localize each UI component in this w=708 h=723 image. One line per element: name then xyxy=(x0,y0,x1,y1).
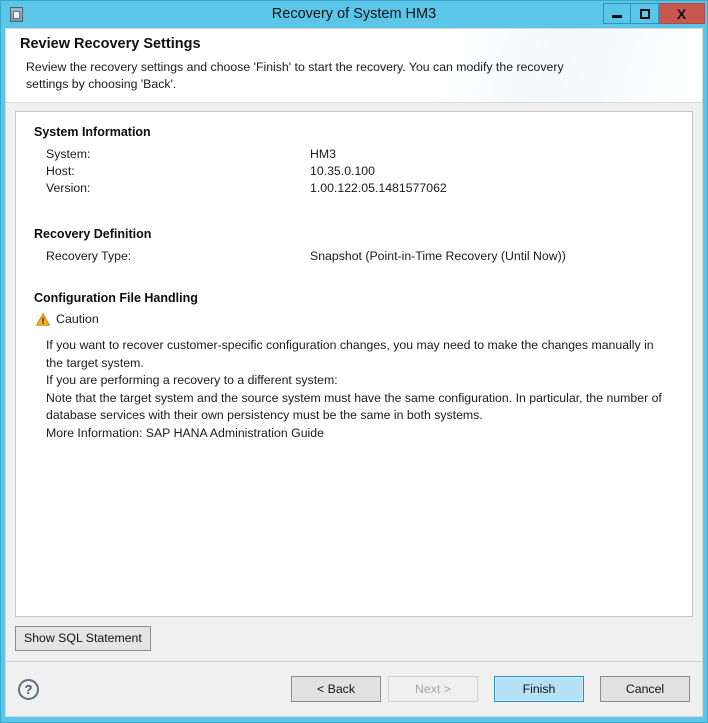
caution-label: Caution xyxy=(56,312,99,326)
caution-paragraph-1: If you want to recover customer-specific… xyxy=(46,338,654,370)
configuration-file-handling-heading: Configuration File Handling xyxy=(34,291,198,305)
close-button[interactable]: X xyxy=(659,3,705,24)
show-sql-statement-button[interactable]: Show SQL Statement xyxy=(15,626,151,651)
wizard-banner: Review Recovery Settings Review the reco… xyxy=(6,29,702,103)
recovery-type-label: Recovery Type: xyxy=(46,249,132,263)
host-label: Host: xyxy=(46,164,75,178)
minimize-icon xyxy=(612,14,622,18)
minimize-button[interactable] xyxy=(603,3,631,24)
system-information-heading: System Information xyxy=(34,125,151,139)
finish-button[interactable]: Finish xyxy=(494,676,584,702)
cancel-button[interactable]: Cancel xyxy=(600,676,690,702)
table-row: Recovery Type: Snapshot (Point-in-Time R… xyxy=(34,248,674,265)
table-row: System: HM3 xyxy=(34,146,674,163)
configuration-file-handling-section: Configuration File Handling Caution If y… xyxy=(34,291,674,442)
help-icon[interactable]: ? xyxy=(18,678,39,700)
maximize-button[interactable] xyxy=(631,3,659,24)
caution-paragraph-3: Note that the target system and the sour… xyxy=(46,390,662,423)
sql-button-row: Show SQL Statement xyxy=(6,617,702,661)
database-window-icon xyxy=(9,6,25,23)
system-label: System: xyxy=(46,147,91,161)
recovery-type-value: Snapshot (Point-in-Time Recovery (Until … xyxy=(310,249,566,263)
recovery-wizard-window: Recovery of System HM3 X Review Recovery… xyxy=(0,0,708,723)
warning-triangle-icon xyxy=(36,312,50,326)
system-information-section: System Information System: HM3 Host: 10.… xyxy=(34,125,674,197)
back-button[interactable]: < Back xyxy=(291,676,381,702)
caution-paragraph-2: If you are performing a recovery to a di… xyxy=(46,373,338,387)
title-bar[interactable]: Recovery of System HM3 X xyxy=(1,1,707,28)
dialog-footer: ? < Back Next > Finish Cancel xyxy=(6,661,702,716)
version-value: 1.00.122.05.1481577062 xyxy=(310,181,447,195)
dialog-body: Review Recovery Settings Review the reco… xyxy=(5,28,703,717)
host-value: 10.35.0.100 xyxy=(310,164,375,178)
system-value: HM3 xyxy=(310,147,336,161)
window-title: Recovery of System HM3 xyxy=(271,6,437,22)
caution-paragraph-4: More Information: SAP HANA Administratio… xyxy=(46,425,324,440)
maximize-icon xyxy=(639,8,650,19)
settings-panel: System Information System: HM3 Host: 10.… xyxy=(15,111,693,617)
next-button: Next > xyxy=(388,676,478,702)
table-row: Version: 1.00.122.05.1481577062 xyxy=(34,180,674,197)
page-title: Review Recovery Settings xyxy=(20,36,201,52)
caution-row: Caution xyxy=(34,312,674,326)
recovery-definition-heading: Recovery Definition xyxy=(34,227,152,241)
page-description: Review the recovery settings and choose … xyxy=(26,60,564,91)
window-controls: X xyxy=(603,3,705,24)
version-label: Version: xyxy=(46,181,91,195)
table-row: Host: 10.35.0.100 xyxy=(34,163,674,180)
recovery-definition-section: Recovery Definition Recovery Type: Snaps… xyxy=(34,227,674,265)
content-area: System Information System: HM3 Host: 10.… xyxy=(6,103,702,617)
close-icon: X xyxy=(676,5,687,22)
